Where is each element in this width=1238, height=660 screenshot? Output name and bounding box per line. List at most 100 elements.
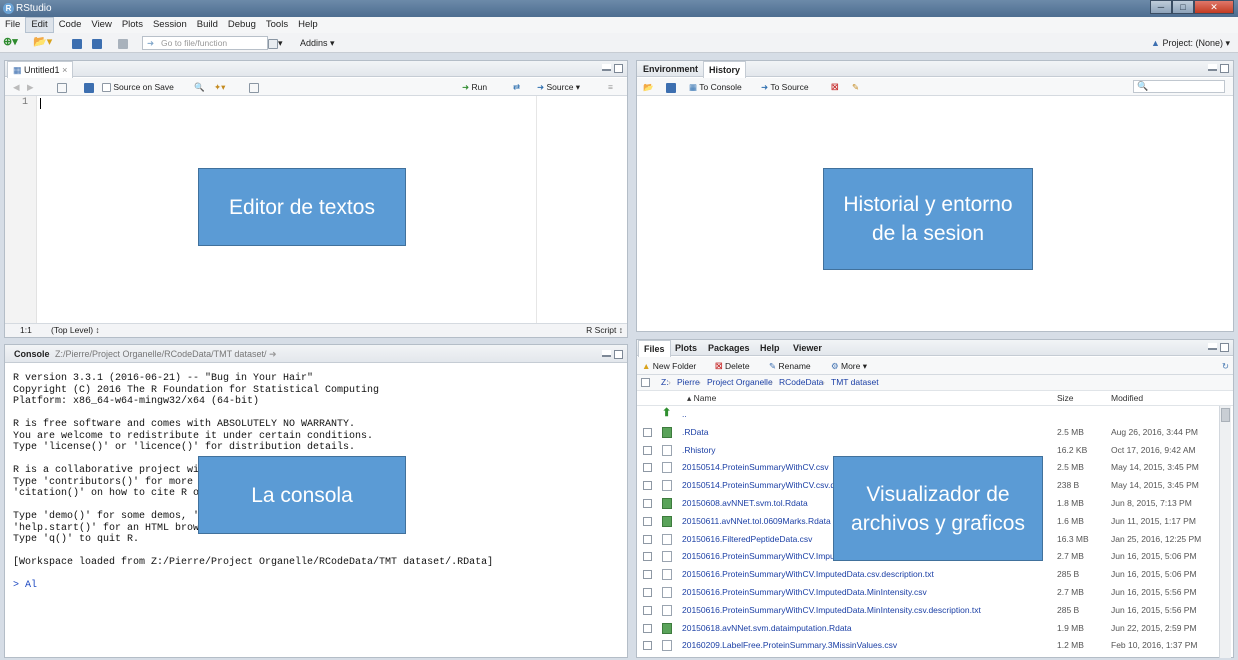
maximize-pane-icon[interactable] (1220, 343, 1229, 352)
tab-files[interactable]: Files (638, 340, 671, 357)
tab-help[interactable]: Help (755, 340, 785, 356)
compile-report-icon[interactable] (249, 81, 259, 93)
refresh-icon[interactable]: ↻ (1222, 360, 1229, 372)
source-on-save-checkbox[interactable]: Source on Save (102, 81, 174, 93)
file-checkbox[interactable] (643, 623, 652, 633)
forward-icon[interactable]: ▶ (27, 81, 34, 93)
delete-button[interactable]: ☒ Delete (715, 360, 750, 372)
tab-untitled1[interactable]: ▦ Untitled1 × (7, 61, 74, 78)
maximize-pane-icon[interactable] (614, 64, 623, 73)
console-prompt[interactable]: > Al (13, 580, 621, 592)
file-row[interactable]: 20150616.ProteinSummaryWithCV.ImputedDat… (637, 602, 1215, 620)
rename-button[interactable]: ✎ Rename (769, 360, 811, 372)
goto-file-input[interactable]: ➜ Go to file/function (142, 36, 268, 50)
maximize-pane-icon[interactable] (1220, 64, 1229, 73)
file-name-link[interactable]: 20150616.FilteredPeptideData.csv (682, 531, 812, 549)
save-editor-icon[interactable] (84, 81, 94, 93)
save-icon[interactable] (72, 37, 82, 49)
menu-file[interactable]: File (0, 18, 25, 32)
file-name-link[interactable]: 20150618.avNNet.svm.dataimputation.Rdata (682, 620, 852, 638)
show-in-window-icon[interactable] (57, 81, 67, 93)
file-row[interactable]: 20150616.ProteinSummaryWithCV.ImputedDat… (637, 584, 1215, 602)
menu-session[interactable]: Session (148, 18, 192, 32)
file-name-link[interactable]: .. (682, 406, 687, 424)
minimize-pane-icon[interactable] (602, 64, 611, 71)
file-checkbox[interactable] (643, 463, 652, 473)
breadcrumb-item[interactable]: RCodeData (779, 375, 823, 390)
tab-packages[interactable]: Packages (703, 340, 755, 356)
save-all-icon[interactable] (92, 37, 102, 49)
menu-build[interactable]: Build (192, 18, 223, 32)
source-button[interactable]: ➜ Source ▾ (537, 81, 580, 93)
tab-environment[interactable]: Environment (638, 61, 703, 77)
to-console-button[interactable]: ▦ To Console (689, 81, 742, 93)
save-history-icon[interactable] (666, 81, 676, 93)
tab-history[interactable]: History (703, 61, 747, 78)
menu-debug[interactable]: Debug (223, 18, 261, 32)
menu-help[interactable]: Help (293, 18, 323, 32)
scrollbar-thumb[interactable] (1221, 408, 1230, 422)
minimize-window-button[interactable]: ─ (1150, 0, 1172, 14)
menu-code[interactable]: Code (54, 18, 87, 32)
file-checkbox[interactable] (643, 427, 652, 437)
maximize-window-button[interactable]: □ (1172, 0, 1194, 14)
file-checkbox[interactable] (643, 570, 652, 580)
file-row[interactable]: 20150618.avNNet.svm.dataimputation.Rdata… (637, 620, 1215, 638)
file-checkbox[interactable] (643, 534, 652, 544)
remove-entry-icon[interactable]: ☒ (831, 81, 839, 93)
file-checkbox[interactable] (643, 588, 652, 597)
clear-broom-icon[interactable]: ✎ (852, 81, 859, 93)
code-tools-wand-icon[interactable]: ✦▾ (214, 81, 225, 93)
file-row[interactable]: ⬆.. (637, 406, 1215, 424)
close-window-button[interactable]: ✕ (1194, 0, 1234, 14)
file-type-selector[interactable]: R Script ↕ (586, 324, 623, 337)
load-history-icon[interactable]: 📂 (643, 81, 654, 93)
history-search-input[interactable]: 🔍 (1133, 80, 1225, 93)
new-folder-button[interactable]: ▲ New Folder (642, 360, 696, 372)
breadcrumb-item[interactable]: Pierre (677, 375, 700, 390)
minimize-pane-icon[interactable] (602, 350, 611, 357)
file-checkbox[interactable] (643, 516, 652, 526)
minimize-pane-icon[interactable] (1208, 64, 1217, 71)
more-button[interactable]: ⚙ More ▾ (831, 360, 867, 372)
to-source-button[interactable]: ➜ To Source (761, 81, 809, 93)
minimize-pane-icon[interactable] (1208, 343, 1217, 350)
outline-icon[interactable]: ≡ (608, 81, 613, 93)
file-checkbox[interactable] (643, 481, 652, 491)
addins-button[interactable]: Addins ▾ (300, 37, 335, 49)
menu-edit[interactable]: Edit (25, 17, 54, 33)
file-name-link[interactable]: 20150616.ProteinSummaryWithCV.ImputedDat… (682, 566, 934, 584)
maximize-pane-icon[interactable] (614, 350, 623, 359)
search-icon[interactable]: 🔍 (194, 81, 205, 93)
file-name-link[interactable]: 20150611.avNNet.tol.0609Marks.Rdata (682, 513, 831, 531)
select-all-checkbox[interactable] (641, 378, 650, 387)
file-name-link[interactable]: .RData (682, 424, 708, 442)
file-checkbox[interactable] (643, 641, 652, 651)
close-tab-icon[interactable]: × (62, 65, 67, 75)
file-name-link[interactable]: 20160209.LabelFree.ProteinSummary.3Missi… (682, 637, 897, 655)
file-name-link[interactable]: 20150616.ProteinSummaryWithCV.ImputedDat… (682, 584, 927, 602)
scope-selector[interactable]: (Top Level) ↕ (51, 324, 100, 337)
name-column-header[interactable]: ▴ Name (687, 391, 716, 405)
breadcrumb-item[interactable]: TMT dataset (831, 375, 879, 390)
open-file-icon[interactable]: 📂▾ (33, 36, 52, 48)
new-file-icon[interactable]: ⊕▾ (3, 36, 18, 48)
menu-plots[interactable]: Plots (117, 18, 148, 32)
tab-viewer[interactable]: Viewer (788, 340, 827, 356)
go-to-directory-icon[interactable]: ➜ (269, 349, 277, 359)
file-checkbox[interactable] (643, 445, 652, 455)
file-name-link[interactable]: 20150514.ProteinSummaryWithCV.csv (682, 459, 829, 477)
workspace-panes-icon[interactable]: ▾ (268, 37, 283, 49)
file-row[interactable]: 20150616.ProteinSummaryWithCV.ImputedDat… (637, 566, 1215, 584)
file-checkbox[interactable] (643, 552, 652, 562)
project-menu-button[interactable]: ▲ Project: (None) ▾ (1151, 37, 1230, 49)
run-button[interactable]: ➜ Run (462, 81, 487, 93)
print-icon[interactable] (118, 37, 128, 49)
breadcrumb-item[interactable]: Project Organelle (707, 375, 773, 390)
file-name-link[interactable]: .Rhistory (682, 442, 716, 460)
back-icon[interactable]: ◀ (13, 81, 20, 93)
tab-plots[interactable]: Plots (670, 340, 702, 356)
file-name-link[interactable]: 20150608.avNNET.svm.tol.Rdata (682, 495, 808, 513)
file-checkbox[interactable] (643, 605, 652, 615)
file-row[interactable]: .RData 2.5 MB Aug 26, 2016, 3:44 PM (637, 424, 1215, 442)
